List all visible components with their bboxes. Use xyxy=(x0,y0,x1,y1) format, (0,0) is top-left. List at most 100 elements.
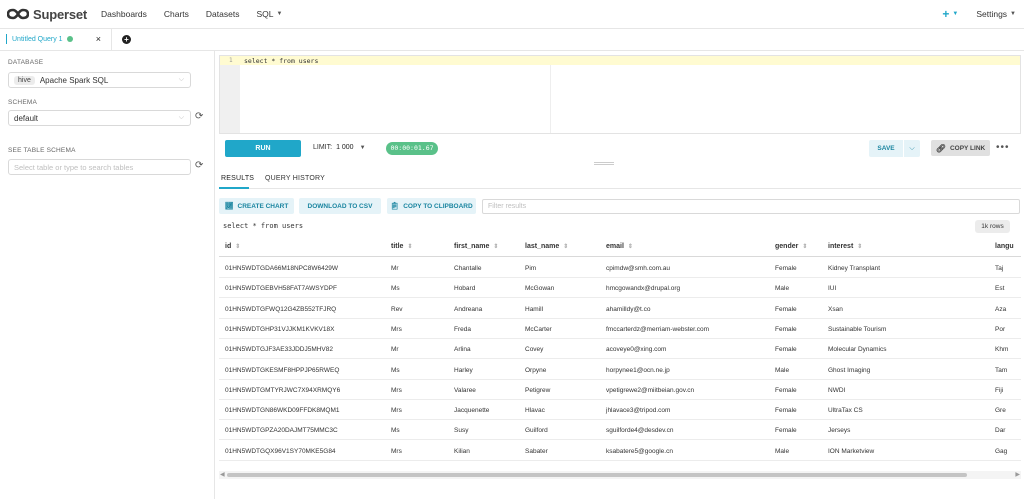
sort-icon[interactable]: ⇕ xyxy=(563,243,568,250)
table-cell: Gre xyxy=(995,407,1006,415)
table-cell: ksabatere5@google.cn xyxy=(606,447,673,455)
copy-clipboard-button[interactable]: 📋︎ COPY TO CLIPBOARD xyxy=(387,198,476,214)
sort-icon[interactable]: ⇕ xyxy=(857,243,862,250)
brand-logo[interactable]: Superset xyxy=(7,7,87,22)
nav-datasets[interactable]: Datasets xyxy=(206,9,240,19)
database-value: Apache Spark SQL xyxy=(39,75,109,85)
database-label: DATABASE xyxy=(8,59,44,66)
table-row[interactable]: 01HN5WDTGMTYRJWC7X94XRMQY6 Mrs Valaree Peti… xyxy=(219,380,1021,400)
nav-right: + ▼ Settings ▼ xyxy=(942,7,1016,21)
results-table: id ⇕ title ⇕ first_name ⇕ last_name ⇕ email ⇕ gend… xyxy=(219,237,1021,477)
refresh-tables-icon[interactable]: ⟳ xyxy=(195,161,205,171)
table-row[interactable]: 01HN5WDTGQX96V1SY70MKE5G84 Mrs Kilian Sabat… xyxy=(219,441,1021,461)
sort-icon[interactable]: ⇕ xyxy=(235,243,240,250)
table-cell: Sustainable Tourism xyxy=(828,325,887,333)
table-cell: 01HN5WDTGQX96V1SY70MKE5G84 xyxy=(225,447,336,455)
sql-code[interactable]: select * from users xyxy=(244,57,318,65)
sort-icon[interactable]: ⇕ xyxy=(628,243,633,250)
sort-icon[interactable]: ⇕ xyxy=(407,243,412,250)
chevron-down-icon: ⌵ xyxy=(178,76,184,83)
settings-menu[interactable]: Settings ▼ xyxy=(976,9,1016,19)
schema-select[interactable]: default ⌵ xyxy=(8,110,191,126)
table-cell: 01HN5WDTGMTYRJWC7X94XRMQY6 xyxy=(225,386,341,394)
filter-results-input[interactable]: Filter results xyxy=(482,199,1020,214)
query-timer: 00:00:01.67 xyxy=(386,142,438,155)
resize-handle[interactable] xyxy=(594,162,614,165)
more-options-icon[interactable]: ••• xyxy=(996,142,1010,153)
copy-link-button[interactable]: 🔗︎ COPY LINK xyxy=(931,140,990,156)
table-cell: Aza xyxy=(995,305,1007,313)
row-count-badge: 1k rows xyxy=(975,220,1010,233)
scrollbar-thumb[interactable] xyxy=(227,473,967,477)
limit-label: LIMIT: xyxy=(313,144,333,151)
scroll-left-icon[interactable]: ◀ xyxy=(220,471,225,478)
table-cell: Valaree xyxy=(454,386,476,394)
tab-query-history[interactable]: QUERY HISTORY xyxy=(265,175,325,182)
column-header-email[interactable]: email ⇕ xyxy=(606,243,633,250)
sort-icon[interactable]: ⇕ xyxy=(802,243,807,250)
results-tabs: RESULTS QUERY HISTORY xyxy=(219,169,1021,189)
sort-icon[interactable]: ⇕ xyxy=(493,243,498,250)
sql-editor[interactable]: 1 select * from users xyxy=(219,55,1021,134)
column-header-gender[interactable]: gender ⇕ xyxy=(775,243,807,250)
table-cell: Mrs xyxy=(391,386,402,394)
nav-links: Dashboards Charts Datasets SQL ▼ xyxy=(101,9,299,19)
query-tab-active[interactable]: Untitled Query 1 × xyxy=(6,28,112,50)
table-row[interactable]: 01HN5WDTGN86WKD09FFDK8MQM1 Mrs Jacquenette… xyxy=(219,400,1021,421)
save-options-chevron-icon[interactable]: ⌵ xyxy=(904,140,920,157)
column-header-title[interactable]: title ⇕ xyxy=(391,243,412,250)
nav-charts[interactable]: Charts xyxy=(164,9,189,19)
table-cell: Gag xyxy=(995,447,1008,455)
database-select[interactable]: hive Apache Spark SQL ⌵ xyxy=(8,72,191,88)
chevron-down-icon: ▼ xyxy=(359,144,366,151)
table-row[interactable]: 01HN5WDTGEBVH58FAT7AWSYDPF Ms Hobard McGowa… xyxy=(219,278,1021,299)
chart-icon: 📈︎ xyxy=(224,203,234,210)
table-row[interactable]: 01HN5WDTGPZA20DAJMT75MMC3C Ms Susy Guilford… xyxy=(219,420,1021,441)
download-csv-button[interactable]: DOWNLOAD TO CSV xyxy=(299,198,381,214)
column-header-label: last_name xyxy=(525,243,560,250)
table-cell: horpynee1@ocn.ne.jp xyxy=(606,366,670,374)
column-header-interest[interactable]: interest ⇕ xyxy=(828,243,862,250)
add-tab-button[interactable]: + xyxy=(122,35,131,44)
column-header-langu[interactable]: langu xyxy=(995,243,1014,250)
table-cell: Jacquenette xyxy=(454,407,490,415)
editor-gutter xyxy=(220,56,240,133)
chevron-down-icon: ⌵ xyxy=(178,114,184,121)
table-cell: Kidney Transplant xyxy=(828,265,881,272)
column-header-first-name[interactable]: first_name ⇕ xyxy=(454,243,498,250)
table-row[interactable]: 01HN5WDTGDA66M18NPC8W6429W Mr Chantalle Pim… xyxy=(219,258,1021,278)
table-cell: Xsan xyxy=(828,305,843,313)
table-row[interactable]: 01HN5WDTGJF3AE33JDDJ5MHV82 Mr Arlina Covey a… xyxy=(219,339,1021,360)
table-row[interactable]: 01HN5WDTGKESMF8HPPJP65RWEQ Ms Harley Orpyne… xyxy=(219,360,1021,380)
nav-sql[interactable]: SQL ▼ xyxy=(256,9,282,19)
new-item-button[interactable]: + ▼ xyxy=(942,7,958,21)
column-header-last-name[interactable]: last_name ⇕ xyxy=(525,243,568,250)
column-header-id[interactable]: id ⇕ xyxy=(225,243,240,250)
scroll-right-icon[interactable]: ▶ xyxy=(1015,471,1020,478)
table-cell: Guilford xyxy=(525,427,548,435)
table-cell: acoveye0@xing.com xyxy=(606,346,667,354)
create-chart-button[interactable]: 📈︎ CREATE CHART xyxy=(219,198,294,214)
table-cell: Chantalle xyxy=(454,265,482,272)
table-cell: McGowan xyxy=(525,285,555,293)
horizontal-scrollbar[interactable]: ◀ ▶ xyxy=(219,471,1021,479)
table-cell: 01HN5WDTGDA66M18NPC8W6429W xyxy=(225,265,339,272)
table-cell: Mrs xyxy=(391,447,402,455)
table-cell: Arlina xyxy=(454,346,471,354)
refresh-schema-icon[interactable]: ⟳ xyxy=(195,112,205,122)
brand-name: Superset xyxy=(33,6,88,22)
table-row[interactable]: 01HN5WDTGHP31VJJKM1KVKV18X Mrs Freda McCart… xyxy=(219,319,1021,339)
active-line-highlight xyxy=(220,56,1020,65)
run-button[interactable]: RUN xyxy=(225,140,301,157)
limit-dropdown[interactable]: LIMIT: 1 000 ▼ xyxy=(313,144,366,151)
nav-dashboards[interactable]: Dashboards xyxy=(101,9,147,19)
table-cell: Female xyxy=(775,386,797,394)
query-tab-label: Untitled Query 1 xyxy=(12,35,63,43)
column-header-label: email xyxy=(606,243,624,250)
table-select[interactable]: Select table or type to search tables xyxy=(8,159,191,175)
table-cell: Orpyne xyxy=(525,366,547,374)
save-button[interactable]: SAVE xyxy=(869,140,903,157)
table-row[interactable]: 01HN5WDTGFWQ12G4ZB552TFJRQ Rev Andreana Ham… xyxy=(219,299,1021,319)
tab-results[interactable]: RESULTS xyxy=(221,175,254,182)
close-icon[interactable]: × xyxy=(96,34,101,44)
